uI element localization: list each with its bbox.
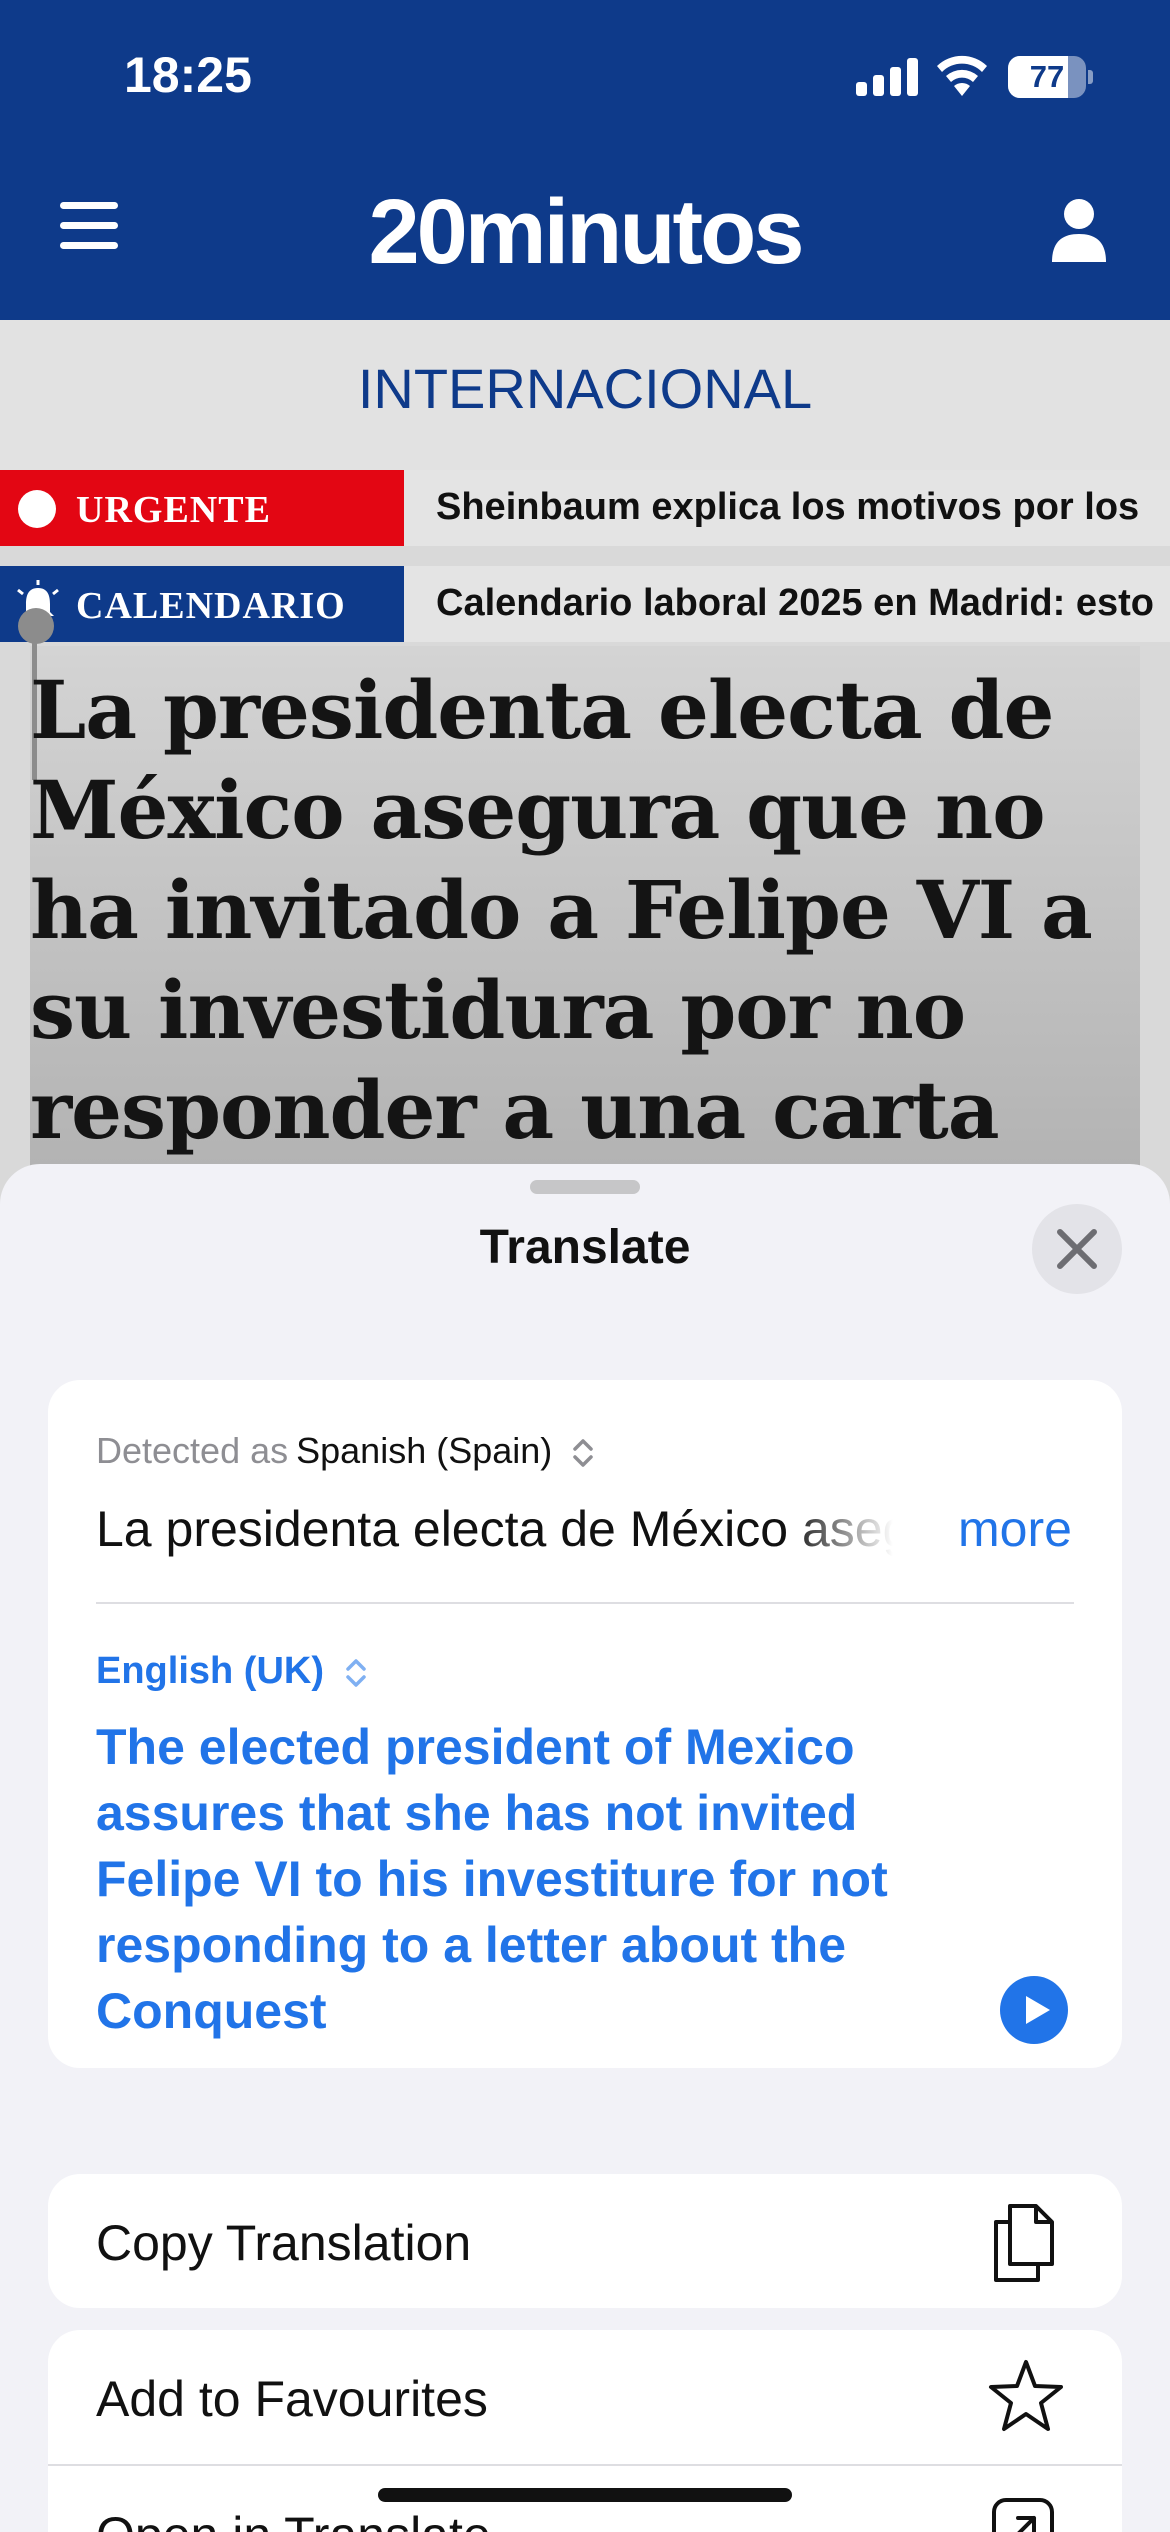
target-language-picker[interactable]: English (UK): [96, 1650, 367, 1693]
star-icon: [989, 2360, 1063, 2431]
chevron-up-down-icon: [345, 1659, 366, 1687]
source-language: Spanish (Spain): [296, 1430, 553, 1471]
ticker-tag-label: CALENDARIO: [76, 585, 346, 627]
ticker-headline[interactable]: Sheinbaum explica los motivos por los: [436, 486, 1139, 529]
source-language-picker[interactable]: Detected as Spanish (Spain): [96, 1430, 594, 1472]
ticker-tag-label: URGENTE: [76, 489, 271, 531]
calendar-ticker[interactable]: CALENDARIO Calendario laboral 2025 en Ma…: [0, 566, 1170, 642]
ticker-tag: URGENTE: [0, 470, 404, 546]
chevron-up-down-icon: [573, 1439, 594, 1468]
wifi-icon: [937, 55, 987, 96]
ticker-tag: CALENDARIO: [0, 566, 404, 642]
user-icon[interactable]: [1050, 198, 1108, 262]
site-logo[interactable]: 20minutos: [0, 180, 1170, 285]
status-time: 18:25: [124, 47, 252, 103]
more-button[interactable]: more: [958, 1500, 1072, 1558]
copy-icon: [994, 2204, 1054, 2282]
article-headline: La presidenta electa de México asegura q…: [30, 663, 1093, 1157]
copy-translation-button[interactable]: Copy Translation: [48, 2174, 1122, 2308]
sheet-title: Translate: [479, 1221, 691, 1274]
translate-sheet: Translate Detected as Spanish (Spain) La …: [0, 1164, 1170, 2532]
ticker-headline[interactable]: Calendario laboral 2025 en Madrid: esto: [436, 582, 1154, 625]
close-button[interactable]: [1032, 1204, 1122, 1294]
close-icon: [1057, 1229, 1097, 1269]
sheet-grabber[interactable]: [530, 1180, 640, 1194]
action-label: Add to Favourites: [96, 2371, 488, 2427]
open-external-icon: [992, 2498, 1054, 2532]
section-title[interactable]: INTERNACIONAL: [0, 356, 1170, 421]
divider: [96, 1602, 1074, 1604]
cellular-signal-icon: [856, 58, 918, 96]
source-text: La presidenta electa de México asegura: [96, 1501, 896, 1557]
source-text-fade: [788, 1500, 928, 1570]
target-language: English (UK): [96, 1650, 324, 1692]
live-dot-icon: [18, 490, 56, 528]
battery-percentage: 77: [1029, 59, 1065, 94]
play-translation-button[interactable]: [1000, 1976, 1068, 2044]
action-label: Open in Translate: [96, 2506, 491, 2532]
translation-card: Detected as Spanish (Spain) La presidenta…: [48, 1380, 1122, 2068]
action-label: Copy Translation: [96, 2215, 472, 2271]
home-indicator[interactable]: [378, 2488, 792, 2502]
play-icon: [1026, 1996, 1050, 2024]
selection-handle[interactable]: [18, 608, 54, 644]
battery-icon: 77: [1008, 56, 1093, 98]
add-to-favourites-button[interactable]: Add to Favourites: [48, 2330, 1122, 2464]
detected-prefix: Detected as: [96, 1430, 289, 1471]
breaking-news-ticker[interactable]: URGENTE Sheinbaum explica los motivos po…: [0, 470, 1170, 546]
translation-text: The elected president of Mexico assures …: [96, 1719, 888, 2039]
